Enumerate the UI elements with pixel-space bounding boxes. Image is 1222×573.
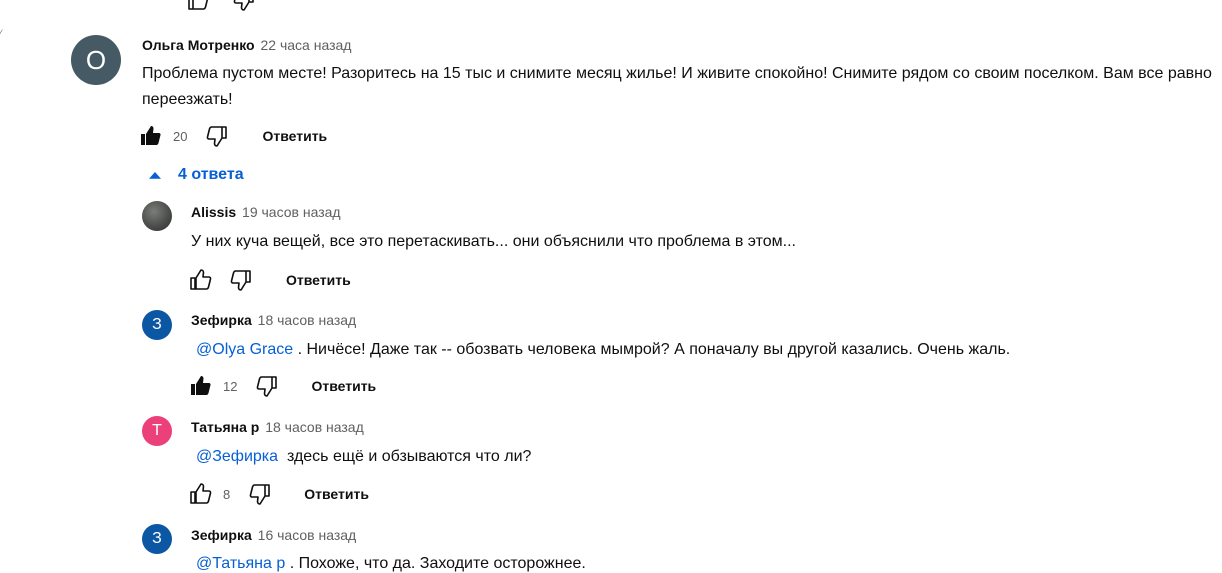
reply-body: . Ничёсе! Даже так -- обозвать человека …	[293, 341, 1011, 358]
thumb-down-icon[interactable]	[232, 0, 256, 11]
thumb-up-icon[interactable]	[186, 0, 210, 10]
reply-header: Татьяна р 18 часов назад	[191, 419, 364, 435]
replies-toggle-button[interactable]: 4 ответа	[146, 166, 244, 184]
author-name[interactable]: Зефирка	[191, 312, 252, 328]
author-name[interactable]: Ольга Мотренко	[142, 37, 255, 53]
reply-actions: Ответить	[189, 266, 351, 294]
mention-link[interactable]: @Зефирка	[196, 448, 278, 465]
author-name[interactable]: Alissis	[191, 204, 236, 220]
reply-actions: 12 Ответить	[189, 372, 376, 400]
timestamp[interactable]: 16 часов назад	[258, 527, 357, 543]
previous-comment-actions	[186, 0, 256, 11]
thumb-down-icon[interactable]	[255, 374, 279, 398]
timestamp[interactable]: 18 часов назад	[258, 312, 357, 328]
avatar[interactable]: О	[71, 35, 121, 85]
thumb-down-icon[interactable]	[248, 482, 272, 506]
avatar[interactable]: З	[142, 524, 172, 554]
like-count: 8	[223, 486, 231, 502]
replies-count-label: 4 ответа	[178, 166, 244, 183]
caret-up-icon	[149, 172, 161, 179]
reply-header: Зефирка 16 часов назад	[191, 527, 356, 543]
author-name[interactable]: Татьяна р	[191, 419, 259, 435]
comment-actions: 20 Ответить	[139, 122, 327, 150]
reply-button[interactable]: Ответить	[304, 486, 369, 502]
reply-header: Alissis 19 часов назад	[191, 204, 341, 220]
reply-button[interactable]: Ответить	[262, 128, 327, 144]
comment-header: Ольга Мотренко 22 часа назад	[142, 37, 351, 53]
timestamp[interactable]: 18 часов назад	[265, 419, 364, 435]
reply-text: @Olya Grace . Ничёсе! Даже так -- обозва…	[196, 337, 1196, 363]
thumb-up-filled-icon[interactable]	[189, 374, 213, 398]
author-name[interactable]: Зефирка	[191, 527, 252, 543]
reply-text: У них куча вещей, все это перетаскивать.…	[191, 233, 796, 250]
comments-page: ∕ О Ольга Мотренко 22 часа назад Проблем…	[0, 0, 1222, 573]
timestamp[interactable]: 22 часа назад	[261, 37, 352, 53]
thumb-down-icon[interactable]	[229, 268, 253, 292]
avatar[interactable]: Т	[142, 416, 172, 446]
reply-body: здесь ещё и обзываются что ли?	[278, 448, 532, 465]
thumb-up-icon[interactable]	[189, 268, 213, 292]
reply-text: @Татьяна р . Похоже, что да. Заходите ос…	[196, 551, 1196, 573]
reply-body: . Похоже, что да. Заходите осторожнее.	[285, 555, 586, 572]
reply-button[interactable]: Ответить	[286, 272, 351, 288]
avatar[interactable]	[142, 201, 172, 231]
reply-header: Зефирка 18 часов назад	[191, 312, 356, 328]
thumb-up-icon[interactable]	[189, 482, 213, 506]
comment-text: Проблема пустом месте! Разоритесь на 15 …	[142, 65, 1212, 108]
thumb-up-filled-icon[interactable]	[139, 124, 163, 148]
mention-link[interactable]: @Olya Grace	[196, 341, 293, 358]
thumb-down-icon[interactable]	[205, 124, 229, 148]
like-count: 12	[223, 378, 238, 394]
like-count: 20	[173, 128, 188, 144]
avatar[interactable]: З	[142, 310, 172, 340]
reply-button[interactable]: Ответить	[311, 378, 376, 394]
mention-link[interactable]: @Татьяна р	[196, 555, 285, 572]
edge-glyph: ∕	[0, 28, 2, 38]
reply-actions: 8 Ответить	[189, 480, 369, 508]
reply-text: @Зефирка здесь ещё и обзываются что ли?	[196, 444, 1196, 470]
timestamp[interactable]: 19 часов назад	[242, 204, 341, 220]
